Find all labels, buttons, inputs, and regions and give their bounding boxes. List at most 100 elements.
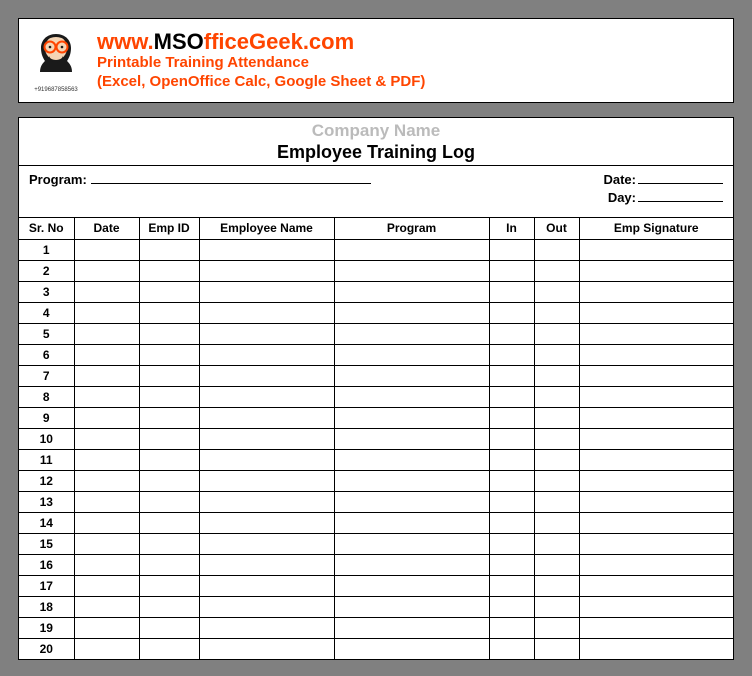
cell-empty[interactable] <box>489 281 534 302</box>
cell-empty[interactable] <box>139 449 199 470</box>
cell-empty[interactable] <box>139 323 199 344</box>
cell-empty[interactable] <box>139 575 199 596</box>
day-underline[interactable] <box>638 188 723 202</box>
cell-empty[interactable] <box>139 512 199 533</box>
cell-empty[interactable] <box>579 386 733 407</box>
cell-empty[interactable] <box>139 239 199 260</box>
cell-empty[interactable] <box>74 386 139 407</box>
cell-empty[interactable] <box>579 407 733 428</box>
cell-empty[interactable] <box>334 617 489 638</box>
cell-empty[interactable] <box>199 449 334 470</box>
cell-empty[interactable] <box>334 407 489 428</box>
cell-empty[interactable] <box>534 554 579 575</box>
cell-empty[interactable] <box>579 281 733 302</box>
cell-empty[interactable] <box>334 491 489 512</box>
cell-empty[interactable] <box>74 239 139 260</box>
cell-empty[interactable] <box>334 323 489 344</box>
cell-empty[interactable] <box>139 260 199 281</box>
cell-empty[interactable] <box>199 302 334 323</box>
cell-empty[interactable] <box>74 575 139 596</box>
cell-empty[interactable] <box>534 365 579 386</box>
cell-empty[interactable] <box>199 617 334 638</box>
cell-empty[interactable] <box>74 491 139 512</box>
cell-empty[interactable] <box>534 596 579 617</box>
cell-empty[interactable] <box>489 344 534 365</box>
cell-empty[interactable] <box>334 344 489 365</box>
cell-empty[interactable] <box>579 617 733 638</box>
cell-empty[interactable] <box>534 323 579 344</box>
cell-empty[interactable] <box>74 281 139 302</box>
cell-empty[interactable] <box>139 386 199 407</box>
cell-empty[interactable] <box>489 554 534 575</box>
cell-empty[interactable] <box>579 428 733 449</box>
cell-empty[interactable] <box>489 428 534 449</box>
cell-empty[interactable] <box>74 365 139 386</box>
cell-empty[interactable] <box>534 260 579 281</box>
cell-empty[interactable] <box>489 239 534 260</box>
cell-empty[interactable] <box>579 512 733 533</box>
cell-empty[interactable] <box>139 617 199 638</box>
cell-empty[interactable] <box>139 470 199 491</box>
cell-empty[interactable] <box>534 638 579 659</box>
cell-empty[interactable] <box>199 596 334 617</box>
cell-empty[interactable] <box>579 365 733 386</box>
cell-empty[interactable] <box>579 533 733 554</box>
cell-empty[interactable] <box>74 260 139 281</box>
cell-empty[interactable] <box>199 365 334 386</box>
cell-empty[interactable] <box>489 323 534 344</box>
cell-empty[interactable] <box>534 407 579 428</box>
cell-empty[interactable] <box>534 239 579 260</box>
cell-empty[interactable] <box>534 617 579 638</box>
cell-empty[interactable] <box>489 386 534 407</box>
cell-empty[interactable] <box>579 596 733 617</box>
cell-empty[interactable] <box>334 470 489 491</box>
cell-empty[interactable] <box>199 470 334 491</box>
cell-empty[interactable] <box>199 512 334 533</box>
cell-empty[interactable] <box>199 575 334 596</box>
cell-empty[interactable] <box>334 260 489 281</box>
cell-empty[interactable] <box>74 596 139 617</box>
cell-empty[interactable] <box>74 407 139 428</box>
cell-empty[interactable] <box>199 260 334 281</box>
cell-empty[interactable] <box>74 470 139 491</box>
cell-empty[interactable] <box>579 302 733 323</box>
cell-empty[interactable] <box>489 449 534 470</box>
cell-empty[interactable] <box>489 407 534 428</box>
cell-empty[interactable] <box>579 260 733 281</box>
cell-empty[interactable] <box>489 575 534 596</box>
cell-empty[interactable] <box>489 512 534 533</box>
cell-empty[interactable] <box>139 554 199 575</box>
cell-empty[interactable] <box>199 638 334 659</box>
cell-empty[interactable] <box>489 617 534 638</box>
cell-empty[interactable] <box>334 281 489 302</box>
cell-empty[interactable] <box>489 260 534 281</box>
cell-empty[interactable] <box>199 407 334 428</box>
cell-empty[interactable] <box>534 533 579 554</box>
cell-empty[interactable] <box>334 449 489 470</box>
cell-empty[interactable] <box>534 491 579 512</box>
cell-empty[interactable] <box>334 386 489 407</box>
cell-empty[interactable] <box>534 470 579 491</box>
program-underline[interactable] <box>91 170 371 184</box>
cell-empty[interactable] <box>579 344 733 365</box>
cell-empty[interactable] <box>489 491 534 512</box>
cell-empty[interactable] <box>534 344 579 365</box>
cell-empty[interactable] <box>534 575 579 596</box>
cell-empty[interactable] <box>579 638 733 659</box>
cell-empty[interactable] <box>579 449 733 470</box>
cell-empty[interactable] <box>74 533 139 554</box>
cell-empty[interactable] <box>74 428 139 449</box>
cell-empty[interactable] <box>334 302 489 323</box>
cell-empty[interactable] <box>139 533 199 554</box>
cell-empty[interactable] <box>199 344 334 365</box>
cell-empty[interactable] <box>489 302 534 323</box>
cell-empty[interactable] <box>334 365 489 386</box>
cell-empty[interactable] <box>334 533 489 554</box>
cell-empty[interactable] <box>334 575 489 596</box>
cell-empty[interactable] <box>334 239 489 260</box>
cell-empty[interactable] <box>489 533 534 554</box>
cell-empty[interactable] <box>74 344 139 365</box>
cell-empty[interactable] <box>534 281 579 302</box>
cell-empty[interactable] <box>74 323 139 344</box>
cell-empty[interactable] <box>199 554 334 575</box>
